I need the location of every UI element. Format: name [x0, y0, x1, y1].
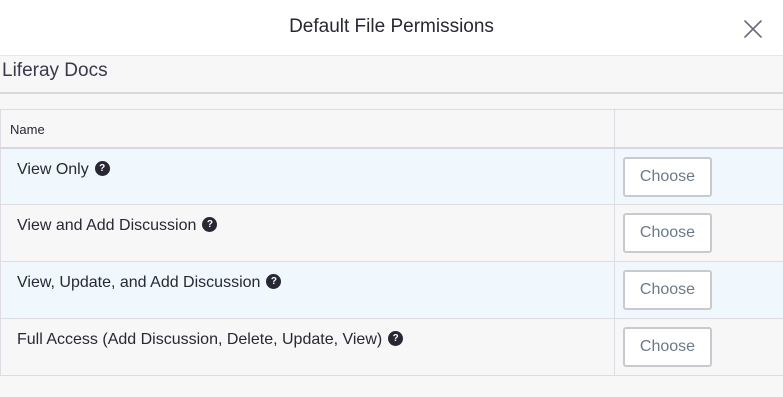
- question-icon[interactable]: ?: [388, 331, 404, 347]
- table-row: View Only? Choose: [0, 147, 783, 205]
- choose-button[interactable]: Choose: [623, 327, 712, 367]
- table-row: View, Update, and Add Discussion? Choose: [0, 261, 783, 319]
- permissions-table: Name View Only? Choose View and Add Disc…: [0, 109, 783, 376]
- permissions-modal: Default File Permissions Liferay Docs Na…: [0, 0, 783, 397]
- close-icon: [744, 20, 762, 38]
- question-icon[interactable]: ?: [94, 160, 110, 176]
- modal-header: Default File Permissions: [0, 0, 783, 56]
- permission-label: View, Update, and Add Discussion: [17, 274, 261, 291]
- section-divider: [0, 92, 783, 94]
- section-title: Liferay Docs: [2, 60, 108, 81]
- permission-name-cell: View Only?: [0, 147, 615, 205]
- column-header-action: [614, 109, 783, 149]
- permission-name-cell: View and Add Discussion?: [0, 204, 615, 262]
- permission-name-cell: View, Update, and Add Discussion?: [0, 261, 615, 319]
- permission-label: View Only: [17, 160, 89, 178]
- close-button[interactable]: [740, 16, 766, 42]
- column-header-name: Name: [0, 109, 615, 149]
- permission-label: View and Add Discussion: [17, 217, 197, 234]
- action-cell: Choose: [614, 261, 783, 319]
- question-icon[interactable]: ?: [266, 274, 282, 290]
- permission-label: Full Access (Add Discussion, Delete, Upd…: [17, 331, 383, 348]
- choose-button[interactable]: Choose: [623, 156, 712, 197]
- choose-button[interactable]: Choose: [623, 213, 712, 253]
- question-icon[interactable]: ?: [202, 217, 218, 233]
- table-row: Full Access (Add Discussion, Delete, Upd…: [0, 318, 783, 376]
- action-cell: Choose: [614, 204, 783, 262]
- table-row: View and Add Discussion? Choose: [0, 204, 783, 262]
- table-header-row: Name: [0, 109, 783, 149]
- permission-name-cell: Full Access (Add Discussion, Delete, Upd…: [0, 318, 615, 376]
- action-cell: Choose: [614, 147, 783, 205]
- choose-button[interactable]: Choose: [623, 270, 712, 310]
- modal-title: Default File Permissions: [289, 16, 494, 37]
- action-cell: Choose: [614, 318, 783, 376]
